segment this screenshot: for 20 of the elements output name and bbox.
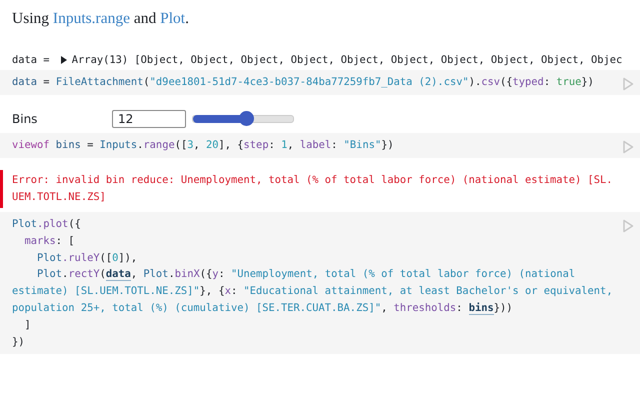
error-message: Error: invalid bin reduce: Unemployment, total (% of total labor force) (national estimate) [SL.UEM.TOTL.NE.ZS] [12,173,613,205]
field-label: Bins [12,112,38,126]
code-line: data = FileAttachment("d9ee1801-51d7-4ce3-b037-84ba77259fb7_Data (2).csv").csv({typed: true}) [12,75,595,90]
number-field[interactable]: 12 [112,110,186,128]
variable-name: data = [12,54,51,66]
code-line: }) [12,334,26,350]
code-line: viewof bins = Inputs.range([3, 20], {step: 1, label: "Bins"}) [12,138,395,153]
code-line: Plot.rectY(data, Plot.binX({y: "Unemployment, total (% of total labor force) (national [36,267,576,284]
doc-link[interactable]: Plot [160,10,186,27]
value-summary: Array(13) [Object, Object, Object, Object, Object, Object, Object, Object, Object, Objec [72,54,622,66]
code-line: marks: [ [24,234,76,249]
slider-thumb[interactable] [239,111,254,126]
code-line: population 25+, total (%) (cumulative) [SE.TER.CUAT.BA.ZS]", thresholds: bins})) [12,300,514,317]
code-line: Plot.ruleY([0]), [36,250,138,266]
code-line: estimate) [SL.UEM.TOTL.NE.ZS]"}, {x: "Educational attainment, at least Bachelor's or equivalent, [12,284,614,300]
code-line: ] [24,318,32,333]
caret-right-icon[interactable] [60,56,68,64]
code-line: Plot.plot({ [12,217,82,232]
doc-link[interactable]: Inputs.range [52,10,130,27]
intro-text: Using Inputs.range and Plot. [12,9,190,29]
